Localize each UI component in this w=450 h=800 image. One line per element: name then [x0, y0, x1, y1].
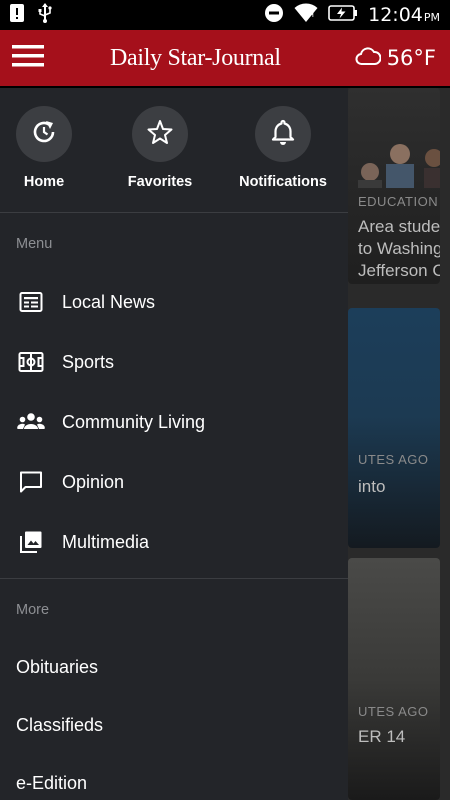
news-card-headline-line: ER 14 — [358, 727, 406, 746]
quick-action-label: Favorites — [127, 174, 193, 190]
menu-item-label: Community Living — [62, 411, 206, 432]
quick-action-favorites[interactable]: Favorites — [120, 106, 200, 190]
sports-field-icon — [16, 347, 46, 377]
news-card: UTES AGO ER 14 — [348, 558, 440, 800]
cloud-icon — [355, 46, 382, 71]
more-section-label: More — [16, 602, 50, 618]
menu-item-label: Local News — [62, 291, 156, 312]
home-refresh-icon — [29, 117, 59, 152]
quick-action-label: Notifications — [239, 174, 327, 190]
quick-action-home[interactable]: Home — [10, 106, 78, 190]
photo-library-icon — [16, 527, 46, 557]
navigation-drawer: Home Favorites Notifications Menu Local … — [0, 88, 348, 800]
menu-item-community-living[interactable]: Community Living — [0, 392, 348, 452]
more-item-e-edition[interactable]: e-Edition — [0, 754, 348, 800]
menu-item-label: Sports — [62, 351, 115, 372]
app-bar: Daily Star-Journal 56°F — [0, 30, 450, 86]
menu-button[interactable] — [0, 30, 56, 86]
quick-action-circle — [255, 106, 311, 162]
quick-actions: Home Favorites Notifications — [0, 88, 348, 212]
people-icon — [16, 407, 46, 437]
menu-item-label: Opinion — [62, 471, 125, 492]
menu-item-label: Multimedia — [62, 531, 150, 552]
quick-action-circle — [132, 106, 188, 162]
do-not-disturb-icon — [264, 3, 284, 28]
status-time: 12:04PM — [368, 4, 440, 26]
news-card-category: UTES AGO — [358, 452, 429, 467]
news-card: UTES AGO into — [348, 308, 440, 548]
news-card-category: UTES AGO — [358, 704, 429, 719]
divider — [0, 212, 348, 213]
hamburger-icon — [12, 44, 44, 72]
menu-item-opinion[interactable]: Opinion — [0, 452, 348, 512]
brand-logo[interactable]: Daily Star-Journal — [56, 45, 355, 72]
news-card: EDUCATION I Area stude to Washing Jeffer… — [348, 88, 440, 284]
news-card-headline-line: Area stude — [358, 217, 440, 236]
wifi-icon — [294, 3, 318, 28]
menu-item-sports[interactable]: Sports — [0, 332, 348, 392]
weather-temperature: 56°F — [386, 46, 436, 70]
menu-section-label: Menu — [16, 236, 53, 252]
news-card-category: EDUCATION I — [358, 194, 440, 209]
more-item-obituaries[interactable]: Obituaries — [0, 638, 348, 696]
news-card-headline-line: to Washing — [358, 239, 440, 258]
newspaper-icon — [16, 287, 46, 317]
usb-icon — [38, 2, 52, 28]
menu-item-multimedia[interactable]: Multimedia — [0, 512, 348, 572]
news-card-headline-line: Jefferson C — [358, 261, 440, 280]
divider — [0, 578, 348, 579]
bell-icon — [270, 118, 296, 151]
alert-icon — [10, 3, 24, 27]
news-card-photo — [358, 144, 440, 188]
quick-action-notifications[interactable]: Notifications — [233, 106, 333, 190]
star-icon — [146, 118, 174, 151]
battery-charging-icon — [328, 4, 358, 26]
news-card-headline-line: into — [358, 477, 386, 496]
quick-action-circle — [16, 106, 72, 162]
menu-item-local-news[interactable]: Local News — [0, 272, 348, 332]
status-bar: 12:04PM — [0, 0, 450, 30]
chat-icon — [16, 467, 46, 497]
quick-action-label: Home — [23, 174, 65, 190]
weather-widget[interactable]: 56°F — [355, 46, 450, 71]
more-item-classifieds[interactable]: Classifieds — [0, 696, 348, 754]
